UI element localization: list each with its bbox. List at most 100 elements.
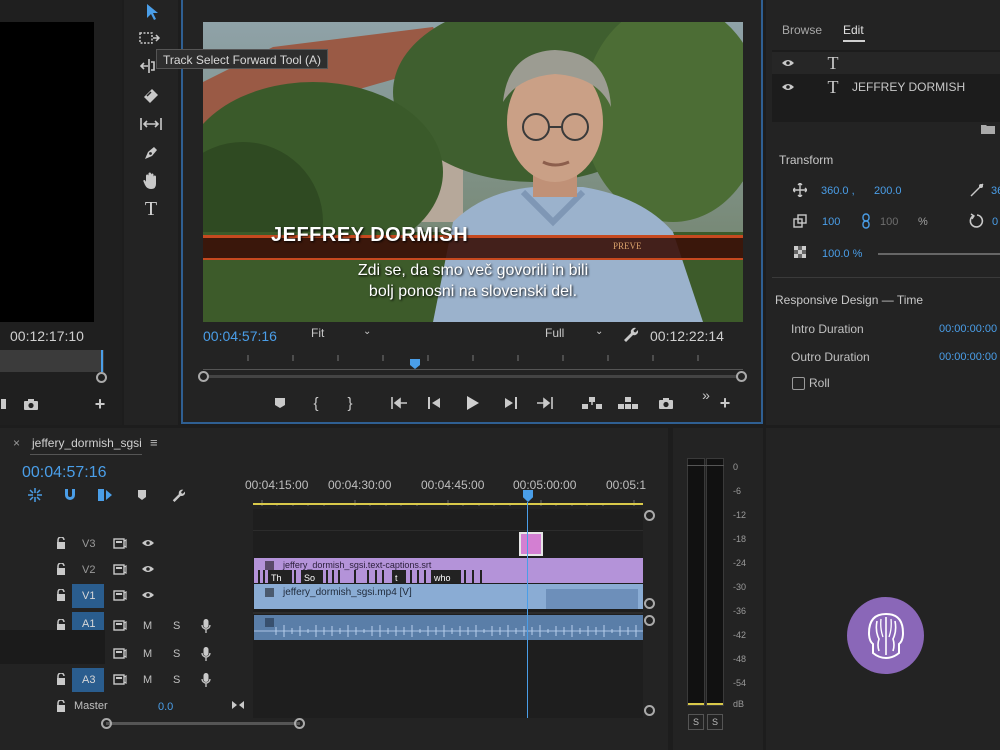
lock-icon[interactable] [54, 672, 68, 686]
add-marker-icon[interactable] [135, 488, 149, 502]
toggle-sync-lock-icon[interactable] [112, 536, 128, 550]
opacity-slider[interactable] [878, 253, 1000, 255]
scale-value[interactable]: 100 [822, 216, 840, 228]
position-x[interactable]: 360.0 , [821, 185, 855, 197]
scrub-zoom-handle-left[interactable] [198, 371, 209, 382]
go-to-out-icon[interactable] [535, 394, 555, 412]
snap-icon[interactable] [61, 486, 79, 504]
eye-icon[interactable] [140, 588, 156, 602]
mute-button[interactable]: M [143, 648, 152, 660]
track-label-v3[interactable]: V3 [82, 538, 95, 550]
source-button-icon[interactable] [0, 398, 6, 410]
track-label-a1[interactable]: A1 [82, 618, 95, 630]
intro-duration-value[interactable]: 00:00:00:00 [939, 323, 997, 335]
add-marker-icon[interactable] [271, 394, 289, 412]
program-current-time[interactable]: 00:04:57:16 [203, 328, 277, 344]
source-scrub-bar[interactable] [0, 350, 104, 372]
lock-icon[interactable] [54, 699, 68, 713]
meter-solo-left[interactable]: S [688, 714, 704, 730]
timeline-settings-wrench-icon[interactable] [170, 487, 186, 503]
mark-out-icon[interactable]: } [343, 394, 357, 412]
linked-selection-icon[interactable] [96, 486, 114, 504]
eye-icon[interactable] [780, 56, 796, 70]
more-controls-icon[interactable]: » [699, 387, 713, 403]
timeline-tab-close[interactable]: × [13, 436, 20, 450]
tab-browse[interactable]: Browse [782, 23, 822, 37]
solo-button[interactable]: S [173, 674, 180, 686]
toggle-sync-lock-icon[interactable] [112, 618, 128, 632]
play-icon[interactable] [463, 393, 483, 413]
lift-icon[interactable] [581, 394, 603, 412]
rotation-value-partial[interactable]: 0 [992, 216, 998, 228]
position-y[interactable]: 200.0 [874, 185, 902, 197]
layer-row-2[interactable]: T JEFFREY DORMISH [772, 76, 1000, 98]
eye-icon[interactable] [780, 80, 796, 94]
track-label-a3[interactable]: A3 [82, 674, 95, 686]
folder-icon[interactable] [980, 122, 996, 136]
playback-resolution-select[interactable]: Full ⌄ [545, 326, 615, 344]
audio-clip-a1[interactable] [254, 615, 643, 640]
solo-button[interactable]: S [173, 648, 180, 660]
type-tool-icon[interactable]: T [140, 198, 162, 220]
layer-row-1[interactable]: T [772, 52, 1000, 74]
opacity-value[interactable]: 100.0 % [822, 248, 862, 260]
link-icon[interactable] [860, 212, 872, 230]
meter-solo-right[interactable]: S [707, 714, 723, 730]
nest-clips-icon[interactable] [26, 486, 44, 504]
mark-in-icon[interactable]: { [309, 394, 323, 412]
mute-button[interactable]: M [143, 674, 152, 686]
outro-duration-value[interactable]: 00:00:00:00 [939, 351, 997, 363]
timeline-scroll-bar[interactable] [106, 722, 300, 725]
eye-icon[interactable] [140, 562, 156, 576]
work-area-bar[interactable] [253, 503, 643, 505]
graphic-clip-v3[interactable] [519, 532, 543, 556]
sequence-tab-menu[interactable]: ≡ [150, 435, 158, 450]
track-label-v1[interactable]: V1 [82, 590, 95, 602]
extract-icon[interactable] [617, 394, 639, 412]
export-frame-icon[interactable] [22, 396, 40, 412]
lock-icon[interactable] [54, 588, 68, 602]
microphone-icon[interactable] [199, 671, 213, 689]
eye-icon[interactable] [140, 536, 156, 550]
wrench-icon[interactable] [621, 325, 639, 343]
roll-checkbox[interactable] [792, 377, 805, 390]
master-pan-icon[interactable] [230, 698, 246, 712]
solo-button[interactable]: S [173, 620, 180, 632]
track-height-handle[interactable] [644, 615, 655, 626]
export-frame-icon[interactable] [657, 394, 675, 412]
scrub-zoom-bar[interactable] [209, 375, 737, 378]
pen-tool-icon[interactable] [140, 142, 162, 164]
source-zoom-handle[interactable] [96, 372, 107, 383]
master-volume[interactable]: 0.0 [158, 701, 173, 713]
scrub-zoom-handle-right[interactable] [736, 371, 747, 382]
caption-clip-v2[interactable]: jeffery_dormish_sgsi.text-captions.srt T… [254, 558, 643, 583]
button-editor-add-icon[interactable]: + [717, 393, 733, 413]
selection-tool-icon[interactable] [142, 2, 162, 22]
anchor-value-partial[interactable]: 36 [991, 185, 1000, 197]
track-height-handle[interactable] [644, 705, 655, 716]
track-height-handle[interactable] [644, 598, 655, 609]
toggle-sync-lock-icon[interactable] [112, 672, 128, 686]
hand-tool-icon[interactable] [140, 170, 162, 192]
microphone-icon[interactable] [199, 645, 213, 663]
timeline-scroll-handle-right[interactable] [294, 718, 305, 729]
track-label-v2[interactable]: V2 [82, 564, 95, 576]
toggle-sync-lock-icon[interactable] [112, 588, 128, 602]
tab-edit[interactable]: Edit [843, 23, 864, 37]
microphone-icon[interactable] [199, 617, 213, 635]
zoom-level-select[interactable]: Fit ⌄ [311, 326, 381, 344]
razor-tool-icon[interactable] [140, 86, 162, 106]
track-select-forward-tool-icon[interactable] [138, 28, 162, 48]
toggle-sync-lock-icon[interactable] [112, 562, 128, 576]
lock-icon[interactable] [54, 536, 68, 550]
go-to-in-icon[interactable] [389, 394, 409, 412]
toggle-sync-lock-icon[interactable] [112, 646, 128, 660]
step-back-icon[interactable] [426, 394, 444, 412]
sequence-tab-name[interactable]: jeffery_dormish_sgsi [32, 436, 142, 450]
add-button-icon[interactable]: + [92, 394, 108, 414]
video-clip-v1[interactable]: jeffery_dormish_sgsi.mp4 [V] [254, 584, 643, 609]
mute-button[interactable]: M [143, 620, 152, 632]
slip-tool-icon[interactable] [138, 114, 164, 134]
timeline-zoom-handle-top[interactable] [644, 510, 655, 521]
timeline-scroll-handle-left[interactable] [101, 718, 112, 729]
